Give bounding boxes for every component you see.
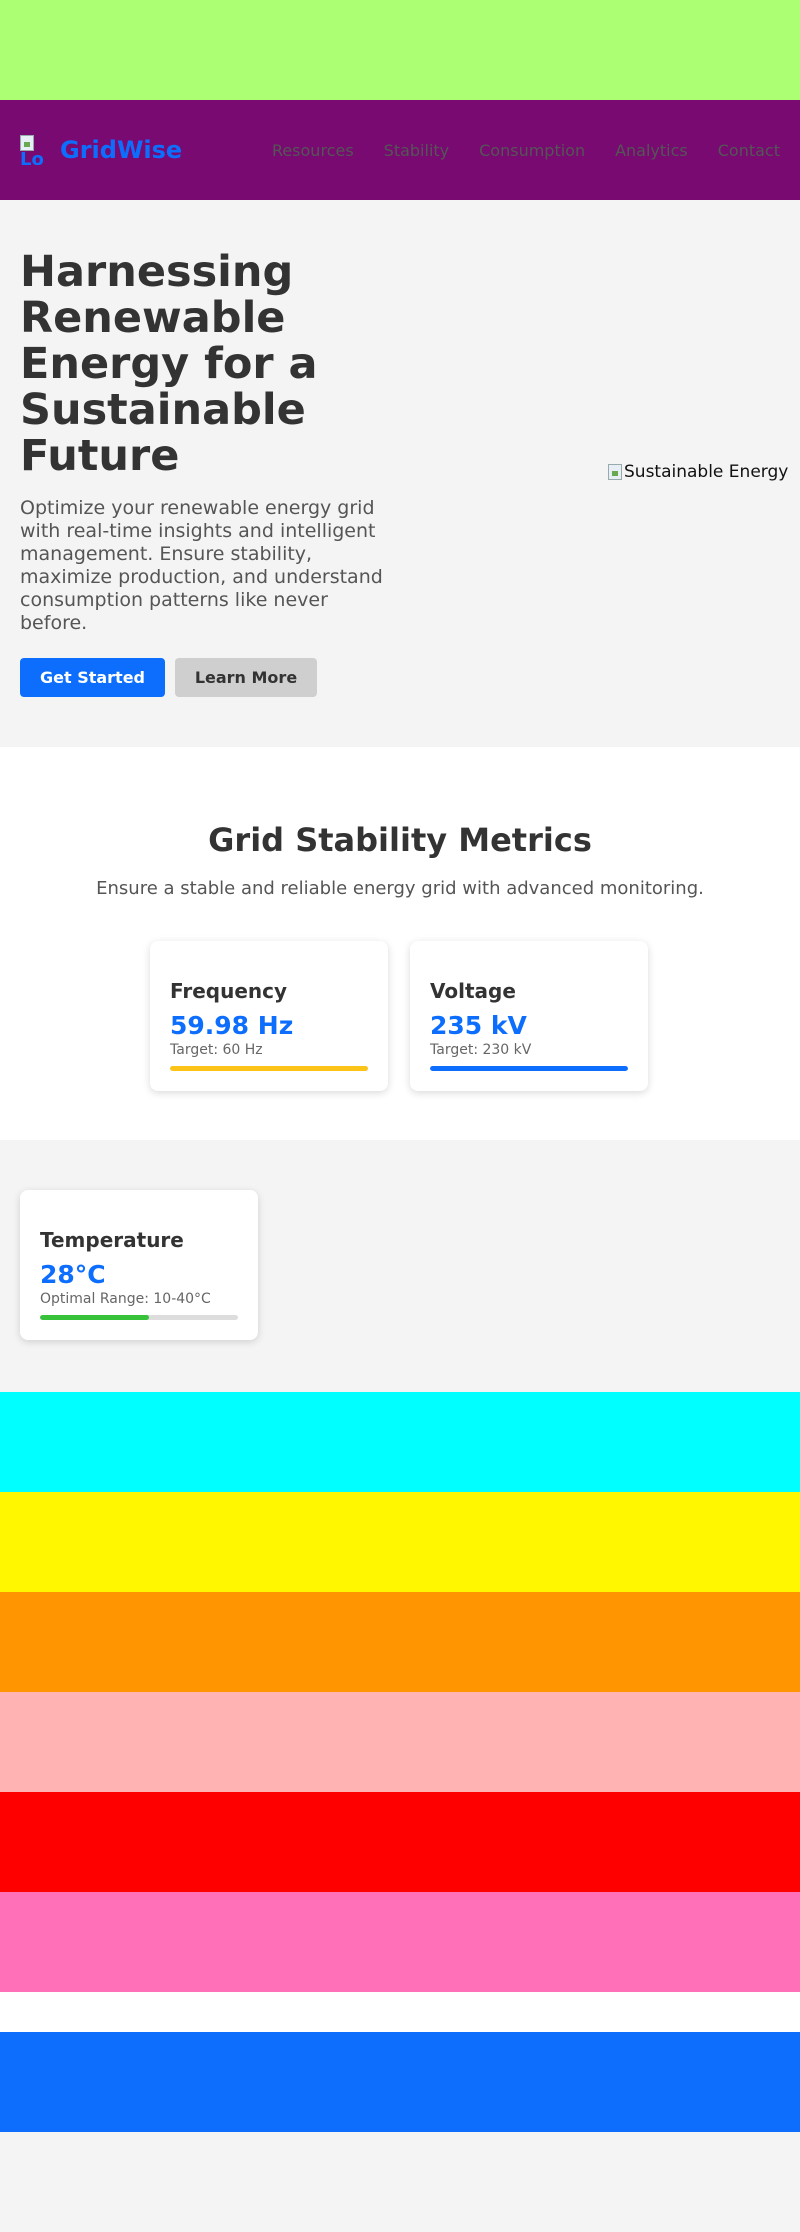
metric-label: Frequency	[170, 979, 288, 1003]
metric-target: Optimal Range: 10-40°C	[40, 1291, 211, 1307]
section-subtitle: Ensure a stable and reliable energy grid…	[96, 878, 704, 899]
metric-card-frequency: Frequency 59.98 Hz Target: 60 Hz	[150, 941, 388, 1091]
nav-link-stability[interactable]: Stability	[384, 141, 449, 160]
hero-section: Harnessing Renewable Energy for a Sustai…	[0, 200, 800, 747]
metric-progress-bar	[430, 1066, 628, 1071]
navbar: Lo GridWise Resources Stability Consumpt…	[0, 100, 800, 200]
learn-more-button[interactable]: Learn More	[175, 658, 317, 697]
metric-progress-fill	[430, 1066, 628, 1071]
color-band-orange	[0, 1592, 800, 1692]
nav-link-contact[interactable]: Contact	[718, 141, 780, 160]
metric-card-voltage: Voltage 235 kV Target: 230 kV	[410, 941, 648, 1091]
color-band-white	[0, 1992, 800, 2032]
metric-label: Temperature	[40, 1228, 184, 1252]
metric-target: Target: 230 kV	[430, 1042, 532, 1058]
metric-value: 28°C	[40, 1260, 106, 1289]
color-band-blue	[0, 2032, 800, 2132]
broken-image-icon	[608, 464, 622, 480]
metric-target: Target: 60 Hz	[170, 1042, 263, 1058]
metric-label: Voltage	[430, 979, 516, 1003]
metric-progress-bar	[170, 1066, 368, 1071]
metric-value: 235 kV	[430, 1011, 527, 1040]
color-band-red	[0, 1792, 800, 1892]
brand-name[interactable]: GridWise	[60, 136, 182, 164]
color-band-cyan	[0, 1392, 800, 1492]
temperature-section: Temperature 28°C Optimal Range: 10-40°C	[0, 1140, 800, 1392]
nav-link-resources[interactable]: Resources	[272, 141, 354, 160]
brand[interactable]: Lo GridWise	[20, 135, 182, 165]
nav-links: Resources Stability Consumption Analytic…	[242, 100, 780, 200]
color-band-yellow	[0, 1492, 800, 1592]
metric-card-temperature: Temperature 28°C Optimal Range: 10-40°C	[20, 1190, 258, 1340]
color-band-pink	[0, 1892, 800, 1992]
nav-link-analytics[interactable]: Analytics	[615, 141, 688, 160]
section-title: Grid Stability Metrics	[208, 821, 592, 859]
get-started-button[interactable]: Get Started	[20, 658, 165, 697]
hero-image-alt: Sustainable Energy	[624, 462, 789, 482]
metric-value: 59.98 Hz	[170, 1011, 294, 1040]
metric-progress-bar	[40, 1315, 238, 1320]
hero-description: Optimize your renewable energy grid with…	[20, 497, 383, 634]
broken-image-icon: Lo	[20, 135, 50, 165]
nav-link-consumption[interactable]: Consumption	[479, 141, 585, 160]
metric-progress-fill	[170, 1066, 368, 1071]
color-band-pink-light	[0, 1692, 800, 1792]
metric-progress-fill	[40, 1315, 149, 1320]
hero-image: Sustainable Energy	[608, 462, 788, 482]
color-band-gray	[0, 2132, 800, 2232]
top-color-band	[0, 0, 800, 100]
hero-title: Harnessing Renewable Energy for a Sustai…	[20, 247, 318, 481]
grid-stability-section: Grid Stability Metrics Ensure a stable a…	[0, 747, 800, 1140]
